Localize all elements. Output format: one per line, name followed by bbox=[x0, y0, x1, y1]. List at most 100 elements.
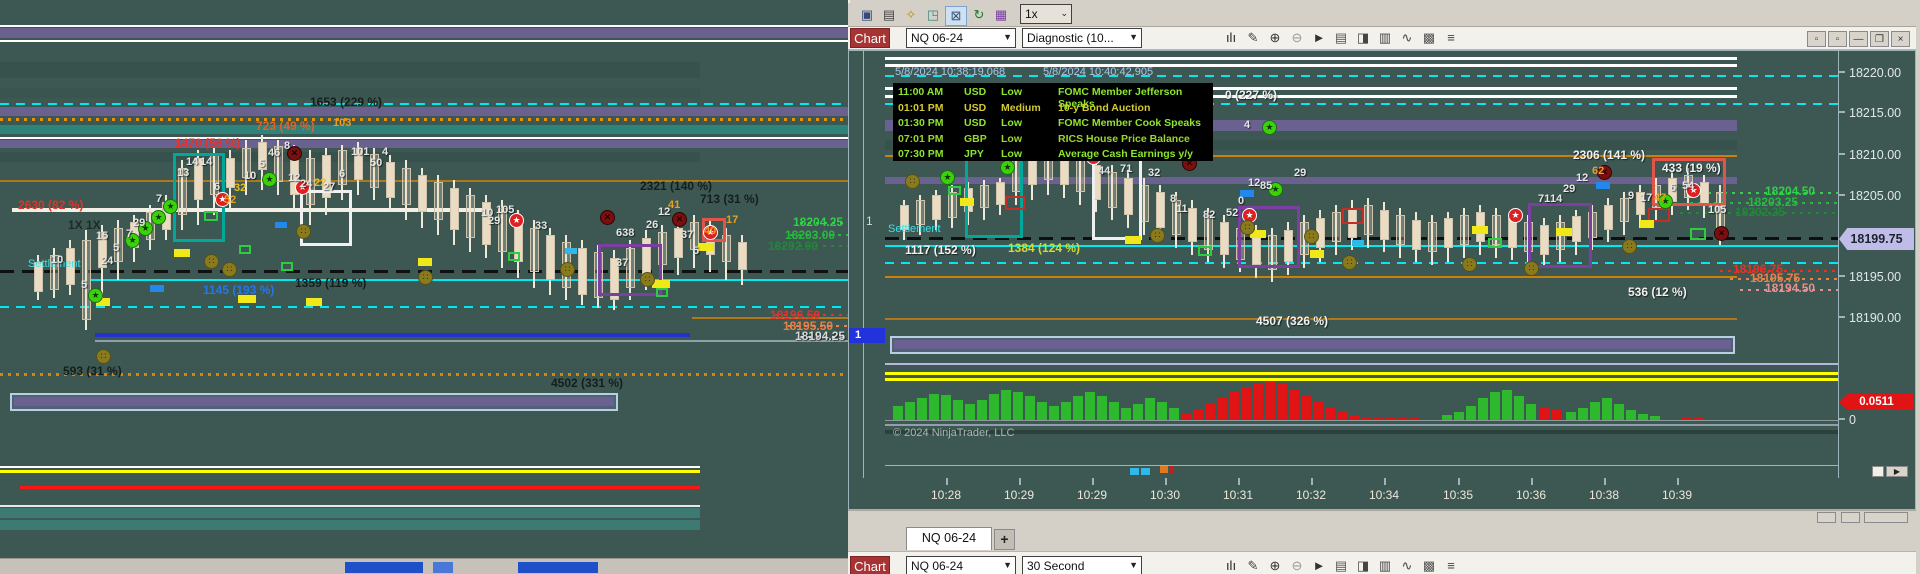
save-icon[interactable]: ▣ bbox=[857, 6, 877, 24]
print-icon[interactable]: ▤ bbox=[879, 6, 899, 24]
data-box-icon[interactable]: ▤ bbox=[1331, 557, 1351, 574]
right-price-axis[interactable]: 18220.00 18215.00 18210.00 18205.00 18195.00… bbox=[1838, 50, 1916, 478]
zoom-out-icon[interactable]: ⊖ bbox=[1287, 557, 1307, 574]
bar-chart-icon[interactable]: ılı bbox=[1221, 29, 1241, 47]
chart-window-button[interactable]: Chart bbox=[850, 28, 890, 48]
volume-bar bbox=[1385, 418, 1395, 420]
chart-window-button-bottom[interactable]: Chart bbox=[850, 556, 890, 574]
chart-label: 50 bbox=[370, 157, 383, 169]
price-tick bbox=[1838, 111, 1845, 113]
volume-bar bbox=[1001, 390, 1011, 420]
chart-label: 24 bbox=[101, 255, 114, 267]
volume-bar bbox=[1025, 396, 1035, 420]
chart-label: 85 bbox=[1260, 180, 1273, 192]
volume-bar bbox=[1109, 402, 1119, 420]
highlight-box bbox=[281, 262, 293, 271]
right-time-axis[interactable]: 10:28 10:29 10:29 10:30 10:31 10:32 10:34 10:35… bbox=[885, 478, 1916, 510]
zoom-out-icon[interactable]: ⊖ bbox=[1287, 29, 1307, 47]
volume-bar bbox=[1169, 408, 1179, 420]
chart-label: 13 bbox=[177, 167, 190, 179]
panel-right-button[interactable]: ▫ bbox=[1828, 31, 1847, 47]
time-tick bbox=[1092, 478, 1094, 485]
region-icon[interactable]: ▩ bbox=[1419, 557, 1439, 574]
price-level-line bbox=[0, 152, 700, 162]
scroll-right-button[interactable]: ▶ bbox=[1886, 466, 1908, 477]
minimize-button[interactable]: — bbox=[1849, 31, 1868, 47]
chart-label: 46 bbox=[268, 147, 281, 159]
pause-signal-marker: ∷ bbox=[1524, 261, 1539, 276]
chart-label: 4507 (326 %) bbox=[1256, 314, 1329, 328]
chart-label: 71 bbox=[1538, 193, 1551, 205]
news-events-panel: 11:00 AM USD Low FOMC Member Jefferson Spea… bbox=[893, 83, 1213, 161]
add-tab-button[interactable]: + bbox=[994, 529, 1015, 550]
indicator-dropdown[interactable]: Diagnostic (10... ▼ bbox=[1022, 28, 1142, 48]
panel-button[interactable] bbox=[1817, 512, 1836, 523]
chart-label: 536 (12 %) bbox=[1628, 285, 1687, 299]
restore-button[interactable]: ❐ bbox=[1870, 31, 1889, 47]
list-icon[interactable]: ≡ bbox=[1441, 557, 1461, 574]
resize-icon[interactable]: ◳ bbox=[923, 6, 943, 24]
volume-bar bbox=[1540, 408, 1550, 420]
cursor-icon[interactable]: ► bbox=[1309, 29, 1329, 47]
zoom-in-icon[interactable]: ⊕ bbox=[1265, 557, 1285, 574]
bar-chart-icon[interactable]: ılı bbox=[1221, 557, 1241, 574]
volume-bar bbox=[1049, 406, 1059, 420]
chart-label: 8 bbox=[284, 140, 291, 152]
pencil-icon[interactable]: ✎ bbox=[1243, 29, 1263, 47]
data-key-icon[interactable]: ✧ bbox=[901, 6, 921, 24]
zigzag-icon[interactable]: ∿ bbox=[1397, 557, 1417, 574]
zigzag-icon[interactable]: ∿ bbox=[1397, 29, 1417, 47]
pencil-icon[interactable]: ✎ bbox=[1243, 557, 1263, 574]
left-chart-plot[interactable]: ★ ★ ★ ★ ★ ★ ★ ★ ★ ★ ✕ ✕ ✕ ∷ ∷ ∷ ∷ ∷ ∷ ∷ 1653 (229 %) 723 (49 … bbox=[0, 0, 848, 558]
time-tick bbox=[1019, 478, 1021, 485]
region-icon[interactable]: ▩ bbox=[1419, 29, 1439, 47]
instrument-dropdown-bottom[interactable]: NQ 06-24 ▼ bbox=[906, 556, 1016, 574]
right-chart-plot[interactable]: ★★★★★★★★★✕✕✕✕∷∷∷∷∷∷∷∷0 (227 %)2306 (141 … bbox=[885, 50, 1838, 478]
chart-label: 2630 (82 %) bbox=[18, 198, 84, 212]
interval-dropdown[interactable]: 30 Second ▼ bbox=[1022, 556, 1142, 574]
time-axis-label: 10:28 bbox=[930, 488, 962, 502]
chart-label: 14 bbox=[1550, 193, 1563, 205]
pause-signal-marker: ∷ bbox=[1342, 255, 1357, 270]
panel-left-button[interactable]: ▫ bbox=[1807, 31, 1826, 47]
zoom-in-icon[interactable]: ⊕ bbox=[1265, 29, 1285, 47]
refresh-icon[interactable]: ↻ bbox=[969, 6, 989, 24]
pause-signal-marker: ∷ bbox=[96, 349, 111, 364]
cursor-icon[interactable]: ► bbox=[1309, 557, 1329, 574]
highlight-box bbox=[1342, 208, 1364, 224]
close-button[interactable]: × bbox=[1891, 31, 1910, 47]
list-icon[interactable]: ≡ bbox=[1441, 29, 1461, 47]
chart-analyzer-icon[interactable]: ▥ bbox=[1375, 29, 1395, 47]
news-event-row: 07:30 PM JPY Low Average Cash Earnings y/y bbox=[893, 147, 1213, 162]
chart-label: 433 (19 %) bbox=[1662, 161, 1721, 175]
chart-label: 54 bbox=[1682, 180, 1695, 192]
taskbar-item[interactable] bbox=[518, 562, 598, 573]
news-currency: GBP bbox=[964, 132, 987, 145]
taskbar-item[interactable] bbox=[345, 562, 423, 573]
taskbar-item[interactable] bbox=[433, 562, 453, 573]
data-box-icon[interactable]: ▤ bbox=[1331, 29, 1351, 47]
time-axis-label: 10:29 bbox=[1076, 488, 1108, 502]
highlight-box bbox=[598, 244, 662, 296]
chart-label: 6 bbox=[214, 181, 221, 193]
indicator-value-tag: 0.0511 bbox=[1839, 394, 1914, 410]
panel-button[interactable] bbox=[1841, 512, 1860, 523]
layers-icon[interactable]: ▦ bbox=[991, 6, 1011, 24]
cancel-signal-marker: ✕ bbox=[672, 212, 687, 227]
price-level-line bbox=[0, 107, 848, 116]
zoom-multiplier-dropdown[interactable]: 1x ⌄ bbox=[1020, 4, 1072, 24]
flag-icon[interactable]: ◨ bbox=[1353, 557, 1373, 574]
scrollbar-thumb[interactable] bbox=[1872, 466, 1884, 477]
price-level-line bbox=[885, 372, 1838, 375]
expand-icon[interactable]: ⊠ bbox=[945, 6, 967, 26]
chart-label: 18202.25 bbox=[1735, 205, 1786, 219]
time-axis-label: 10:31 bbox=[1222, 488, 1254, 502]
news-currency: JPY bbox=[964, 148, 984, 160]
instrument-dropdown[interactable]: NQ 06-24 ▼ bbox=[906, 28, 1016, 48]
chart-analyzer-icon[interactable]: ▥ bbox=[1375, 557, 1395, 574]
tab-nq-06-24[interactable]: NQ 06-24 bbox=[906, 527, 992, 550]
flag-icon[interactable]: ◨ bbox=[1353, 29, 1373, 47]
window-buttons-partial[interactable] bbox=[1864, 512, 1908, 523]
candlestick bbox=[418, 175, 427, 212]
chart-label: 14 bbox=[186, 156, 199, 168]
